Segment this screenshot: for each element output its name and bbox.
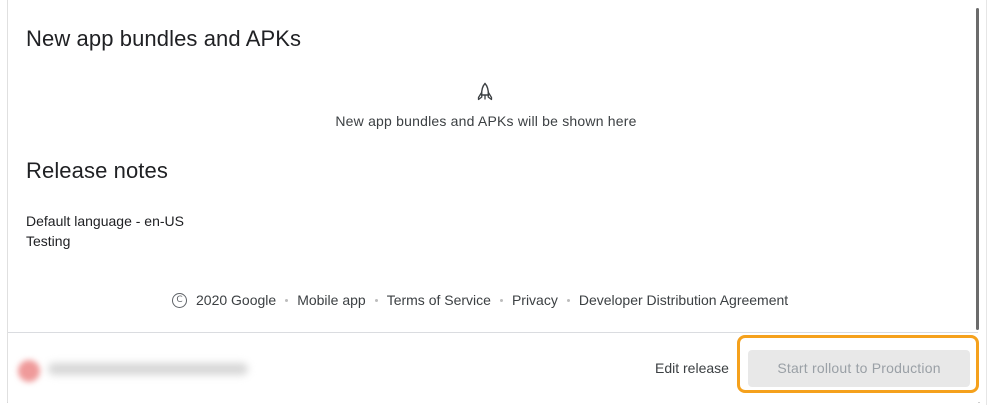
footer-separator: [499, 298, 503, 302]
release-notes-language: Default language - en-US: [26, 213, 184, 229]
empty-bundles-message: New app bundles and APKs will be shown h…: [335, 113, 637, 129]
window-edge: [986, 0, 987, 405]
release-notes-title: Release notes: [26, 158, 168, 183]
footer-link-privacy[interactable]: Privacy: [512, 292, 558, 308]
footer-copyright: 2020 Google: [196, 292, 277, 308]
release-notes-text: Testing: [26, 233, 71, 249]
rocket-outline-icon: [477, 82, 493, 101]
footer-separator: [285, 298, 289, 302]
footer-link-mobile-app[interactable]: Mobile app: [297, 292, 366, 308]
page-footer: C 2020 Google Mobile app Terms of Servic…: [172, 292, 788, 308]
vertical-scrollbar[interactable]: [976, 8, 979, 330]
footer-separator: [566, 298, 570, 302]
footer-link-dda[interactable]: Developer Distribution Agreement: [579, 292, 788, 308]
status-message-blurred: [48, 363, 248, 375]
status-icon-blurred: [18, 360, 40, 382]
start-rollout-button[interactable]: Start rollout to Production: [748, 350, 970, 387]
copyright-icon: C: [172, 292, 187, 308]
footer-link-terms[interactable]: Terms of Service: [387, 292, 491, 308]
footer-separator: [374, 298, 378, 302]
edit-release-button[interactable]: Edit release: [655, 360, 729, 376]
bundles-section-title: New app bundles and APKs: [26, 26, 302, 51]
